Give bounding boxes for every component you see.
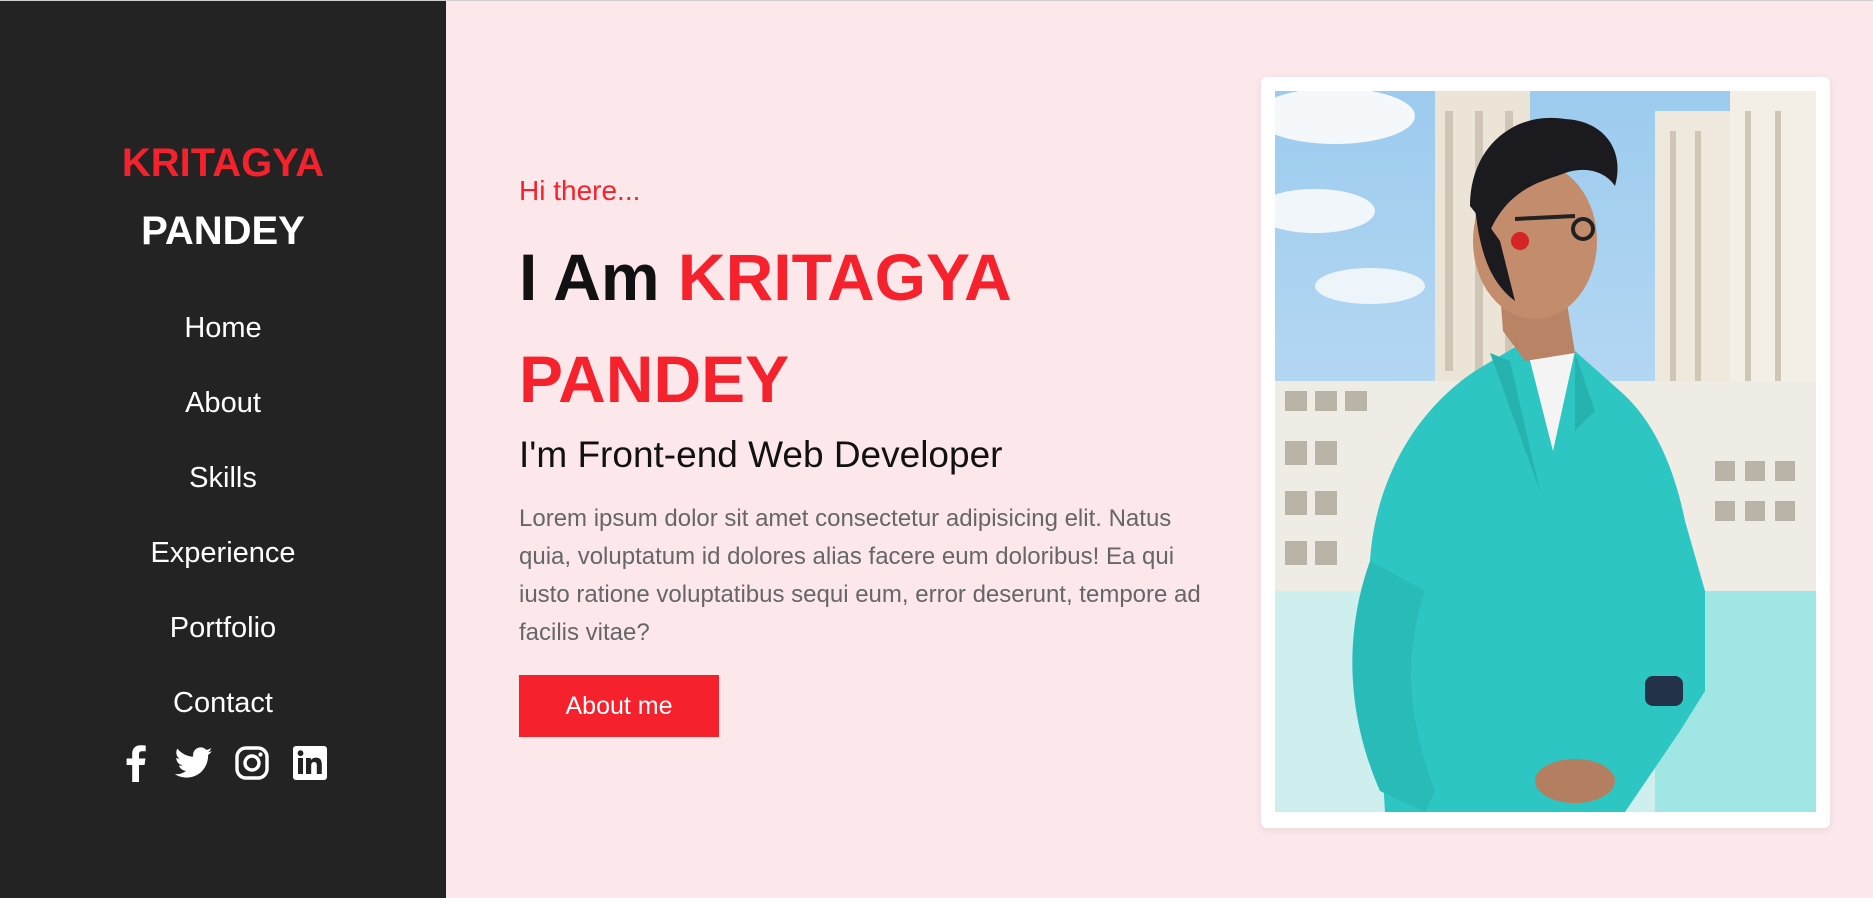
social-links [0, 743, 446, 783]
hero-title: I Am KRITAGYA PANDEY [519, 226, 1079, 430]
facebook-icon[interactable] [117, 743, 155, 783]
nav-item-skills: Skills [0, 441, 446, 516]
about-me-button[interactable]: About me [519, 675, 719, 737]
hero-title-prefix: I Am [519, 240, 678, 314]
twitter-icon[interactable] [175, 743, 213, 783]
sidebar-nav: Home About Skills Experience Portfolio C… [0, 291, 446, 741]
logo[interactable]: KRITAGYA PANDEY [0, 129, 446, 265]
hero-title-last-name: PANDEY [519, 342, 790, 416]
instagram-icon[interactable] [233, 743, 271, 783]
page: KRITAGYA PANDEY Home About Skills Experi… [0, 0, 1873, 898]
profile-photo [1275, 91, 1816, 812]
hero-greeting: Hi there... [519, 175, 641, 206]
nav-link-contact[interactable]: Contact [173, 687, 273, 720]
hero-description: Lorem ipsum dolor sit amet consectetur a… [519, 505, 1201, 646]
hero-role: I'm Front-end Web Developer [519, 434, 1003, 475]
nav-item-about: About [0, 366, 446, 441]
nav-link-home[interactable]: Home [184, 312, 261, 345]
nav-item-portfolio: Portfolio [0, 591, 446, 666]
nav-item-home: Home [0, 291, 446, 366]
nav-link-portfolio[interactable]: Portfolio [170, 612, 276, 645]
nav-link-experience[interactable]: Experience [150, 537, 295, 570]
nav-item-contact: Contact [0, 666, 446, 741]
linkedin-icon[interactable] [291, 743, 329, 783]
sidebar: KRITAGYA PANDEY Home About Skills Experi… [0, 1, 446, 898]
nav-link-about[interactable]: About [185, 387, 261, 420]
logo-first-name: KRITAGYA [121, 141, 325, 185]
nav-link-skills[interactable]: Skills [189, 462, 257, 495]
profile-photo-frame [1261, 77, 1830, 828]
nav-item-experience: Experience [0, 516, 446, 591]
hero-title-first-name: KRITAGYA [677, 240, 1012, 314]
logo-last-name: PANDEY [141, 209, 305, 253]
